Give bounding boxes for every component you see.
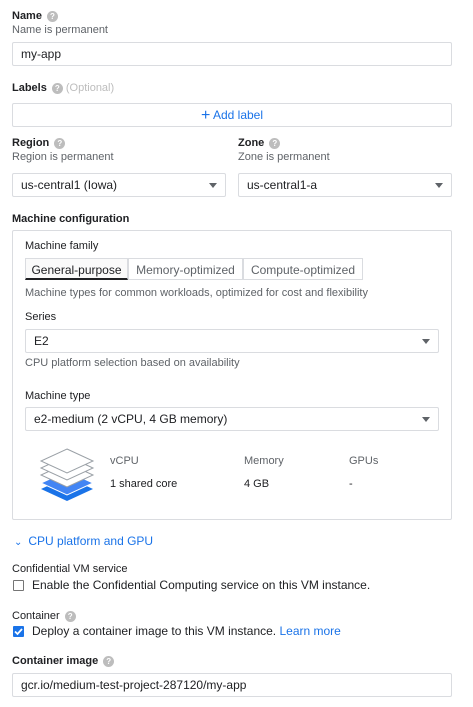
- container-label-text: Container: [12, 610, 60, 622]
- summary-value-memory: 4 GB: [244, 478, 270, 490]
- labels-optional: (Optional): [65, 82, 115, 94]
- summary-header-gpus: GPUs: [349, 455, 379, 467]
- container-image-label-text: Container image: [12, 655, 99, 667]
- labels-label: Labels? (Optional): [12, 82, 114, 94]
- dropdown-arrow-icon: [435, 183, 443, 188]
- tab-compute-optimized[interactable]: Compute-optimized: [243, 258, 363, 280]
- machine-stack-icon: [39, 448, 95, 501]
- learn-more-link[interactable]: Learn more: [279, 624, 340, 638]
- container-label: Container?: [12, 610, 76, 622]
- container-image-label: Container image?: [12, 655, 115, 667]
- machine-type-value: e2-medium (2 vCPU, 4 GB memory): [34, 412, 228, 426]
- region-label: Region?: [12, 137, 66, 149]
- dropdown-arrow-icon: [422, 339, 430, 344]
- machine-family-tabs: General-purpose Memory-optimized Compute…: [25, 258, 365, 280]
- zone-hint: Zone is permanent: [238, 151, 330, 163]
- series-desc: CPU platform selection based on availabi…: [25, 357, 240, 369]
- machine-type-select[interactable]: e2-medium (2 vCPU, 4 GB memory): [25, 407, 439, 431]
- add-label-text: Add label: [212, 108, 264, 122]
- tab-general-purpose[interactable]: General-purpose: [25, 258, 128, 280]
- zone-value: us-central1-a: [247, 178, 318, 192]
- name-label-text: Name: [12, 10, 42, 22]
- summary-header-memory: Memory: [244, 455, 284, 467]
- zone-label-text: Zone: [238, 137, 265, 149]
- series-label: Series: [25, 311, 57, 323]
- plus-icon: +: [200, 106, 211, 124]
- name-hint: Name is permanent: [12, 24, 108, 36]
- chevron-down-icon: ⌄: [14, 537, 23, 548]
- zone-label: Zone?: [238, 137, 281, 149]
- series-select[interactable]: E2: [25, 329, 439, 353]
- container-text: Deploy a container image to this VM inst…: [32, 624, 341, 638]
- confidential-vm-checkbox[interactable]: [13, 580, 24, 591]
- checkmark-icon: [14, 628, 23, 636]
- help-icon[interactable]: ?: [51, 82, 63, 94]
- region-value: us-central1 (Iowa): [21, 178, 118, 192]
- cpu-platform-gpu-toggle[interactable]: ⌄ CPU platform and GPU: [14, 534, 153, 548]
- container-image-input[interactable]: gcr.io/medium-test-project-287120/my-app: [12, 673, 452, 697]
- name-input[interactable]: my-app: [12, 42, 452, 66]
- tab-memory-optimized[interactable]: Memory-optimized: [128, 258, 243, 280]
- region-label-text: Region: [12, 137, 50, 149]
- machine-family-label: Machine family: [25, 240, 99, 252]
- add-label-button[interactable]: + Add label: [12, 103, 452, 127]
- help-icon[interactable]: ?: [54, 137, 66, 149]
- help-icon[interactable]: ?: [46, 10, 58, 22]
- container-checkbox[interactable]: [13, 626, 24, 637]
- machine-type-label: Machine type: [25, 390, 91, 402]
- zone-select[interactable]: us-central1-a: [238, 173, 452, 197]
- confidential-vm-label: Confidential VM service: [12, 563, 128, 575]
- dropdown-arrow-icon: [422, 417, 430, 422]
- summary-header-vcpu: vCPU: [110, 455, 139, 467]
- series-value: E2: [34, 334, 49, 348]
- region-select[interactable]: us-central1 (Iowa): [12, 173, 226, 197]
- machine-family-desc: Machine types for common workloads, opti…: [25, 287, 368, 299]
- name-label: Name?: [12, 10, 58, 22]
- container-checkbox-text: Deploy a container image to this VM inst…: [32, 624, 277, 638]
- help-icon[interactable]: ?: [103, 655, 115, 667]
- machine-config-panel: Machine family General-purpose Memory-op…: [12, 230, 452, 520]
- help-icon[interactable]: ?: [269, 137, 281, 149]
- dropdown-arrow-icon: [209, 183, 217, 188]
- confidential-vm-text: Enable the Confidential Computing servic…: [32, 578, 371, 592]
- cpu-platform-gpu-text: CPU platform and GPU: [28, 534, 154, 548]
- region-hint: Region is permanent: [12, 151, 114, 163]
- labels-label-text: Labels: [12, 82, 47, 94]
- machine-config-label: Machine configuration: [12, 213, 130, 225]
- summary-value-vcpu: 1 shared core: [110, 478, 178, 490]
- help-icon[interactable]: ?: [64, 610, 76, 622]
- summary-value-gpus: -: [349, 478, 353, 490]
